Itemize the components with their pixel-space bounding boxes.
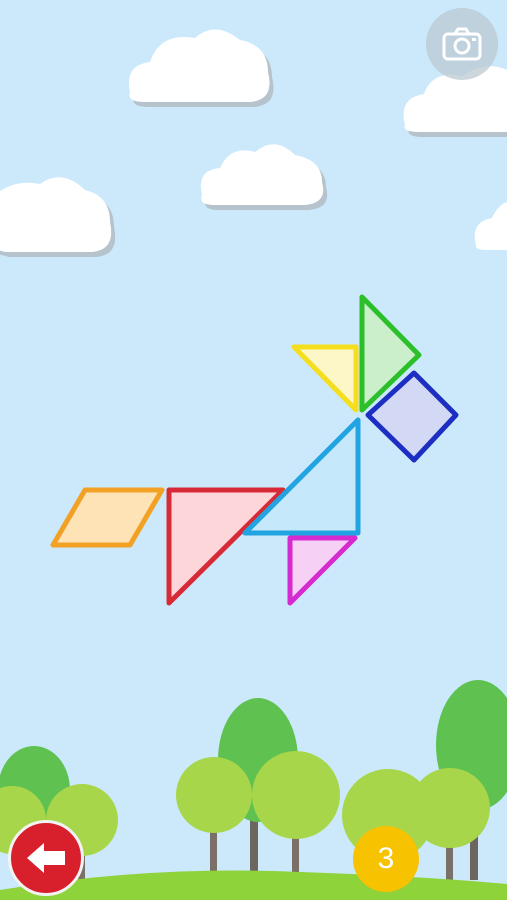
cloud-3	[0, 177, 116, 257]
magenta-small-triangle-piece[interactable]	[287, 535, 358, 606]
scene-canvas	[0, 29, 507, 900]
game-stage: 3	[0, 0, 507, 900]
left-arrow-icon	[27, 843, 65, 873]
camera-button[interactable]	[426, 8, 498, 80]
level-number: 3	[377, 842, 395, 875]
camera-icon	[442, 27, 482, 61]
cloud-2	[200, 144, 328, 210]
cloud-1	[128, 29, 274, 107]
yellow-small-triangle-piece[interactable]	[291, 344, 359, 413]
back-button[interactable]	[8, 820, 84, 896]
level-badge: 3	[353, 826, 419, 892]
cloud-5	[474, 202, 507, 250]
red-large-triangle-piece[interactable]	[166, 487, 286, 606]
blue-large-triangle-piece[interactable]	[242, 417, 361, 536]
orange-parallelogram-piece[interactable]	[50, 487, 165, 548]
